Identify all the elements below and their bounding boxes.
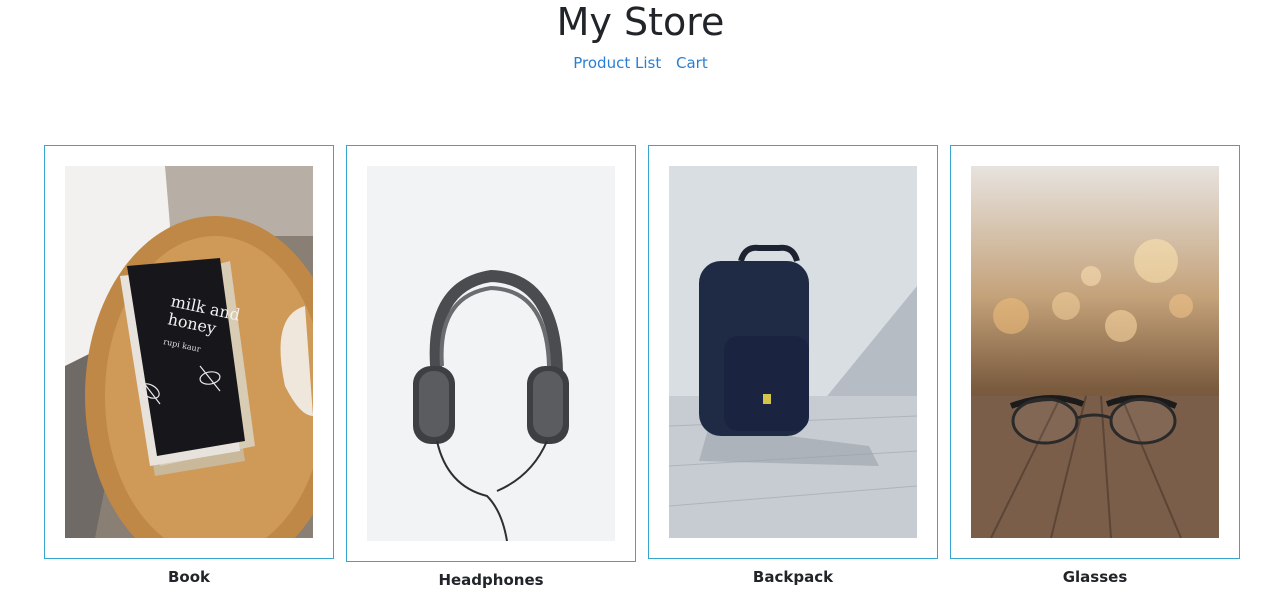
nav-link-cart[interactable]: Cart — [676, 54, 708, 72]
product-card-glasses[interactable] — [950, 145, 1240, 559]
nav-link-product-list[interactable]: Product List — [573, 54, 661, 72]
product-image-book[interactable]: milk and honey rupi kaur — [65, 166, 313, 538]
product-name-headphones: Headphones — [438, 571, 544, 589]
product-name-backpack: Backpack — [752, 568, 834, 586]
product-name-book: Book — [167, 568, 211, 586]
product-card-backpack[interactable] — [648, 145, 938, 559]
product-card-book[interactable]: milk and honey rupi kaur — [44, 145, 334, 559]
product-card-headphones[interactable] — [346, 145, 636, 562]
product-name-glasses: Glasses — [1062, 568, 1128, 586]
page-title: My Store — [556, 0, 725, 44]
product-image-backpack[interactable] — [669, 166, 917, 538]
product-image-glasses[interactable] — [971, 166, 1219, 538]
main-nav: Product List Cart — [0, 52, 1281, 74]
product-image-headphones[interactable] — [367, 166, 615, 541]
